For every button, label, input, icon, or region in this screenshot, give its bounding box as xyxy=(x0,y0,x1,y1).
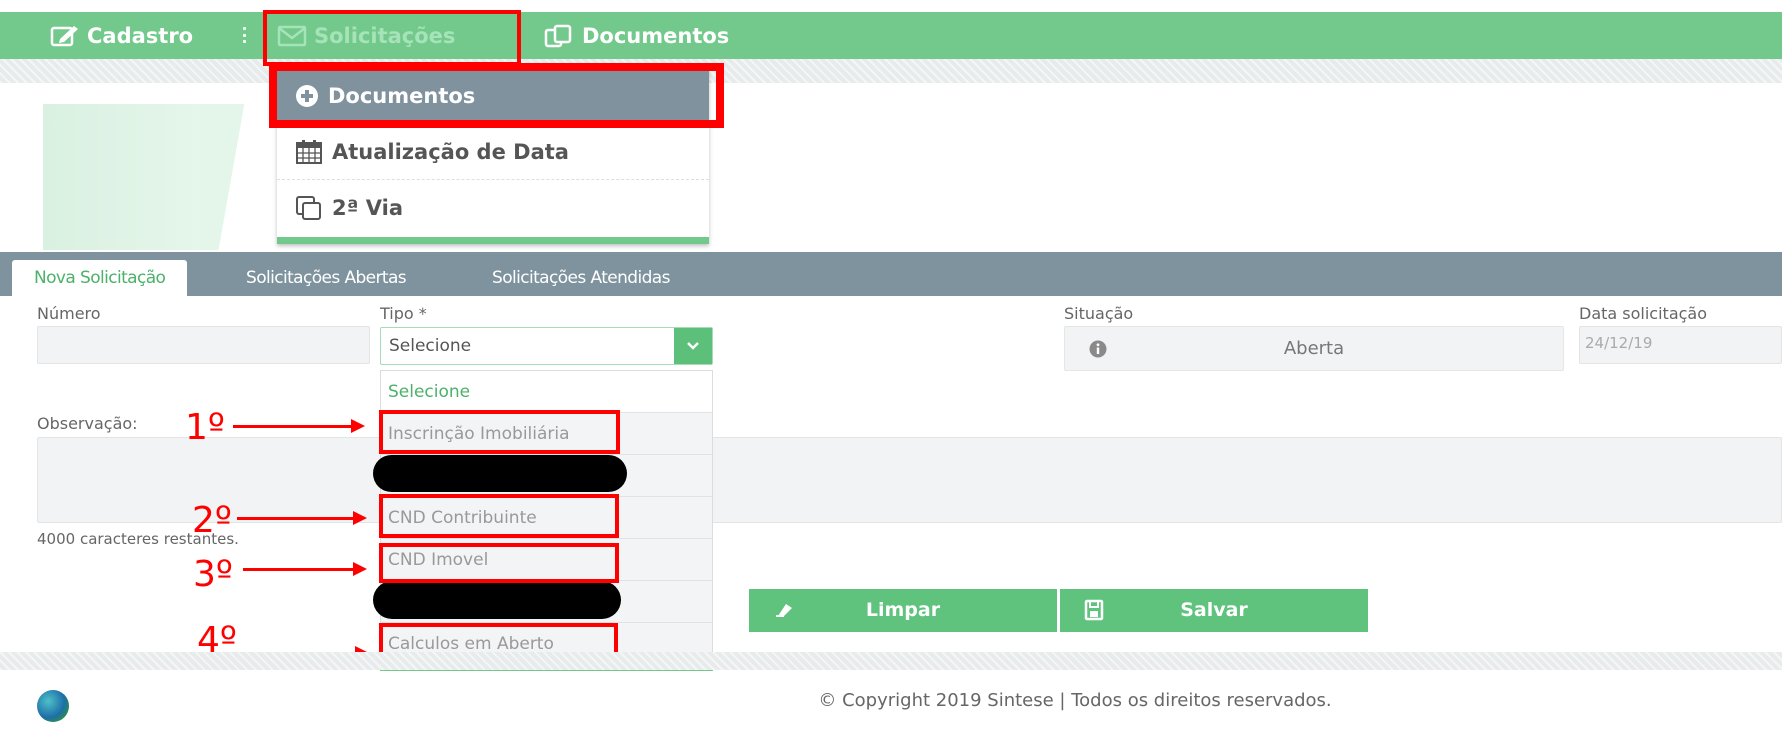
annotation-1: 1º xyxy=(185,407,225,448)
situacao-label: Situação xyxy=(1064,304,1134,323)
data-solicitacao-field[interactable]: 24/12/19 xyxy=(1579,326,1782,364)
redaction-bar xyxy=(373,581,621,619)
nav-separator xyxy=(243,27,246,43)
option-selecione[interactable]: Selecione xyxy=(381,371,712,413)
tab-label: Nova Solicitação xyxy=(34,268,166,288)
save-button-label: Salvar xyxy=(1180,599,1248,621)
highlight-option-2 xyxy=(379,494,619,538)
nav-cadastro-label: Cadastro xyxy=(87,23,194,48)
situacao-value: Aberta xyxy=(1283,338,1345,359)
annotation-arrow-1 xyxy=(233,419,365,433)
copy-icon xyxy=(544,24,572,47)
footer-copyright: © Copyright 2019 Sintese | Todos os dire… xyxy=(818,690,1332,711)
tipo-label: Tipo * xyxy=(380,304,427,323)
nav-cadastro[interactable]: Cadastro xyxy=(50,12,193,59)
annotation-3: 3º xyxy=(193,554,233,595)
edit-icon xyxy=(50,25,78,46)
tipo-select-value: Selecione xyxy=(389,336,472,356)
observacao-textarea[interactable] xyxy=(37,437,1782,523)
data-solicitacao-label: Data solicitação xyxy=(1579,304,1708,323)
highlight-option-3 xyxy=(379,543,619,583)
submenu-item-label: Atualização de Data xyxy=(332,139,569,164)
chevron-down-icon[interactable] xyxy=(674,328,712,364)
tab-nova-solicitacao[interactable]: Nova Solicitação xyxy=(12,260,188,296)
clear-button-label: Limpar xyxy=(865,599,941,621)
submenu-item-label: 2ª Via xyxy=(332,196,404,220)
clear-button[interactable]: Limpar xyxy=(749,589,1057,632)
situacao-field: Aberta xyxy=(1064,326,1564,371)
observacao-label: Observação: xyxy=(37,414,138,433)
submenu-item-segunda-via[interactable]: 2ª Via xyxy=(277,180,709,236)
numero-field[interactable] xyxy=(37,326,370,364)
nav-documentos[interactable]: Documentos xyxy=(543,12,729,59)
redaction-bar xyxy=(373,455,627,492)
nav-documentos-label: Documentos xyxy=(582,23,730,48)
highlight-submenu-documentos xyxy=(269,63,724,128)
annotation-arrow-2 xyxy=(237,511,367,525)
footer-divider xyxy=(0,652,1782,670)
submenu-item-atualizacao-data[interactable]: Atualização de Data xyxy=(277,124,709,180)
numero-label: Número xyxy=(37,304,101,323)
highlight-nav-solicitacoes xyxy=(263,10,521,66)
tab-solicitacoes-atendidas[interactable]: Solicitações Atendidas xyxy=(470,260,692,296)
annotation-2: 2º xyxy=(192,500,232,541)
annotation-arrow-3 xyxy=(243,562,367,576)
banner-image xyxy=(43,104,210,250)
save-button[interactable]: Salvar xyxy=(1060,589,1368,632)
tab-label: Solicitações Abertas xyxy=(246,268,407,288)
calendar-icon xyxy=(296,139,322,164)
tipo-select[interactable]: Selecione xyxy=(380,327,713,365)
clone-icon xyxy=(296,196,321,220)
highlight-option-1 xyxy=(379,410,620,454)
tab-label: Solicitações Atendidas xyxy=(492,268,670,288)
tab-solicitacoes-abertas[interactable]: Solicitações Abertas xyxy=(224,260,428,296)
tab-bar: Nova Solicitação Solicitações Abertas So… xyxy=(0,252,1782,296)
